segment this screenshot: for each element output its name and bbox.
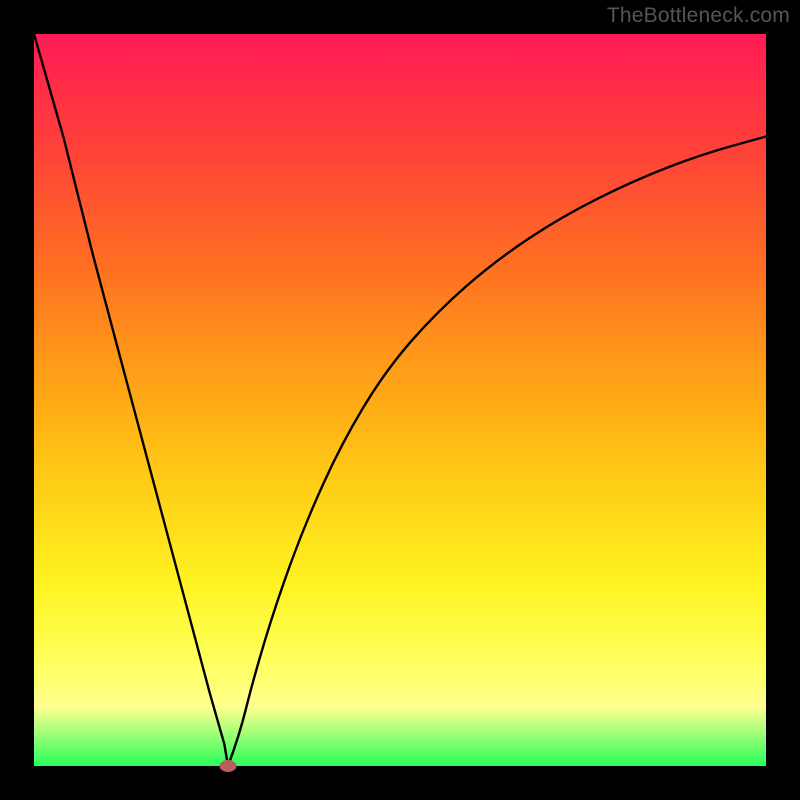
plot-area (34, 34, 766, 766)
curve-left-branch (34, 34, 228, 766)
watermark-text: TheBottleneck.com (607, 4, 790, 28)
chart-frame: TheBottleneck.com (0, 0, 800, 800)
curve-right-branch (228, 136, 766, 766)
bottleneck-curve (34, 34, 766, 766)
optimum-marker (220, 761, 236, 772)
